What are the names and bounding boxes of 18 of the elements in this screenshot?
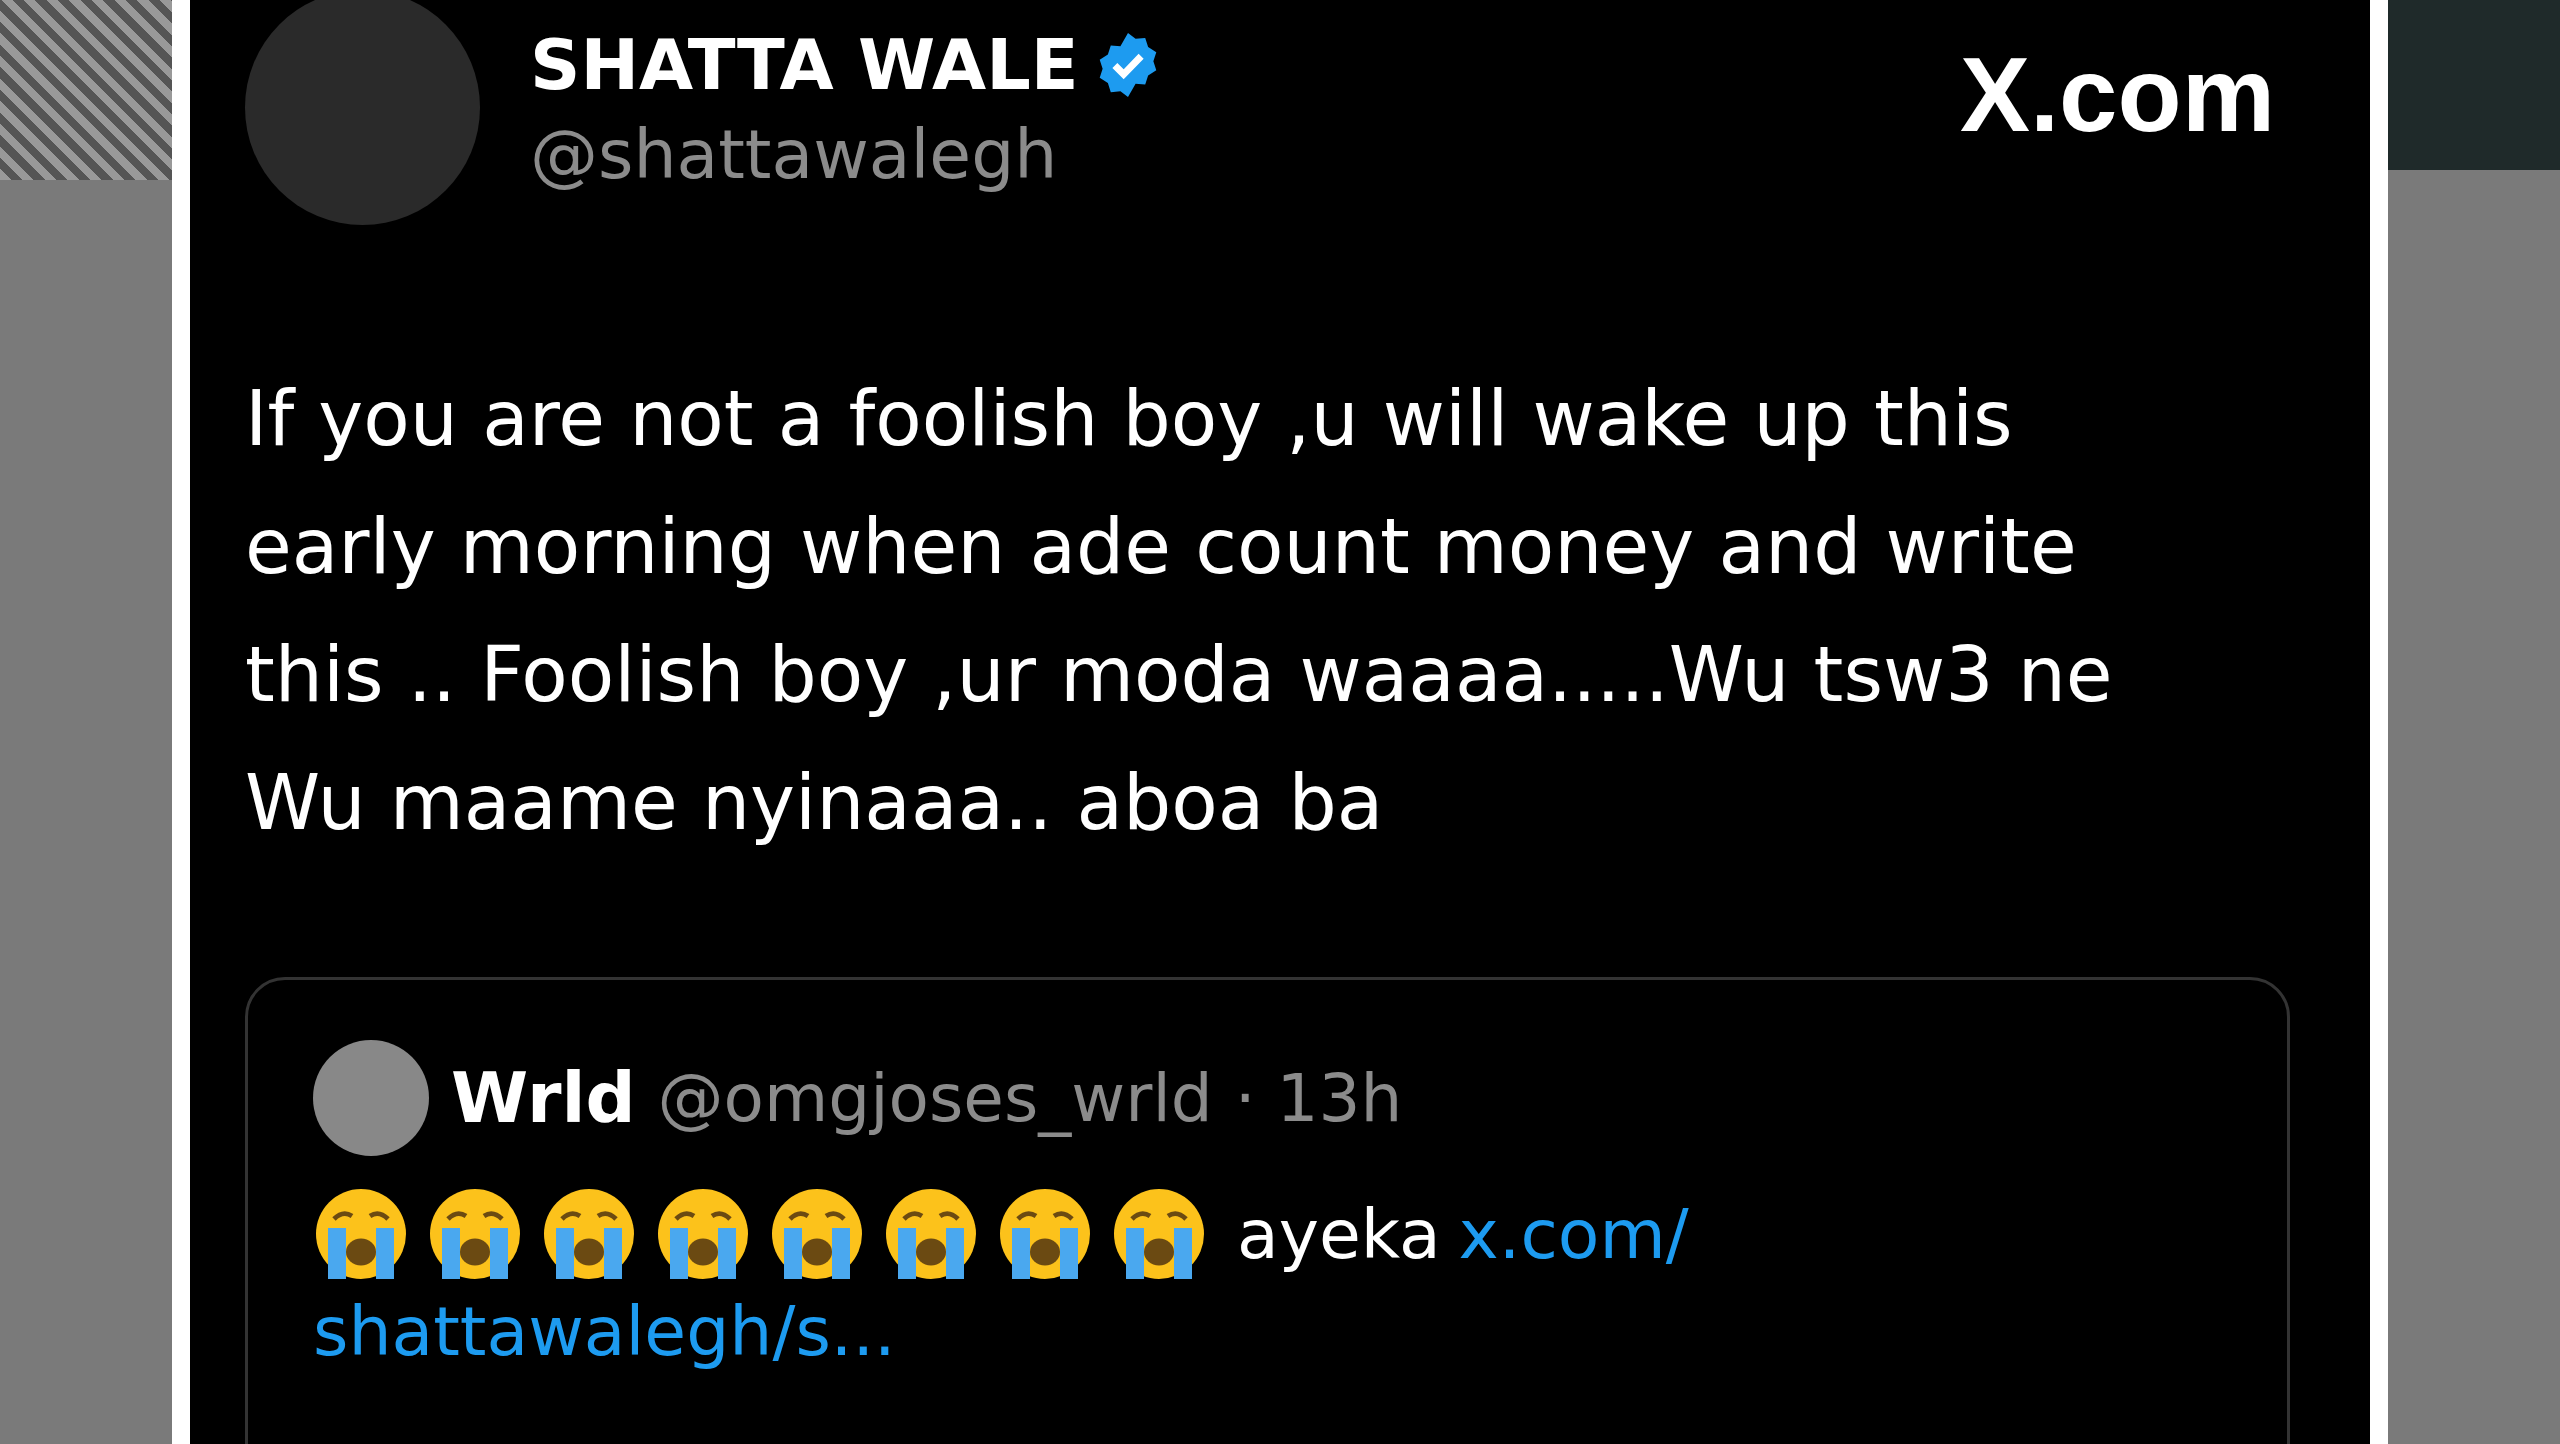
crying-face-icon: [769, 1186, 865, 1282]
site-logo: X.com: [1959, 35, 2275, 155]
crying-face-icon: [313, 1186, 409, 1282]
crying-face-icon: [883, 1186, 979, 1282]
crying-face-icon: [655, 1186, 751, 1282]
tweet-text: If you are not a foolish boy ,u will wake up this early morning when ade count money and write this .. Foolish boy ,ur moda waaaa.....Wu tsw3 ne Wu maame nyinaaa.. aboa ba: [245, 373, 2114, 849]
quoted-text: ayeka: [1237, 1194, 1441, 1274]
author-handle: @shattawalegh: [530, 114, 1059, 196]
crying-face-icon: [997, 1186, 1093, 1282]
quoted-author-handle: @omgjoses_wrld: [657, 1059, 1213, 1137]
link[interactable]: shattawalegh/s...: [313, 1292, 896, 1371]
author-name: SHATTA WALE: [530, 23, 1079, 108]
crying-face-icon: [1111, 1186, 1207, 1282]
quoted-author-name: Wrld: [451, 1057, 636, 1139]
link[interactable]: x.com/: [1458, 1194, 1689, 1274]
post-time: · 13h: [1234, 1059, 1403, 1137]
crying-face-icon: [427, 1186, 523, 1282]
crying-face-icon: [541, 1186, 637, 1282]
